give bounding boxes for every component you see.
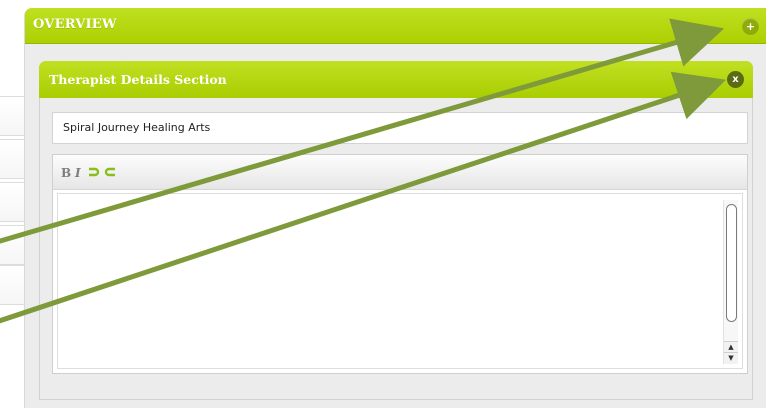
overview-title: OVERVIEW (33, 17, 117, 32)
side-tab-stub (0, 139, 25, 179)
link-icon[interactable] (87, 164, 101, 183)
italic-button[interactable]: I (75, 166, 81, 180)
overview-header[interactable]: OVERVIEW + (25, 8, 766, 44)
editor-toolbar: B I (53, 155, 747, 190)
editor-scrollbar[interactable]: ▲ ▼ (723, 200, 738, 364)
editor-text-area[interactable]: ▲ ▼ (57, 193, 743, 369)
therapist-name-field[interactable]: Spiral Journey Healing Arts (52, 112, 748, 144)
overview-panel: OVERVIEW + Therapist Details Section x S… (24, 8, 766, 408)
therapist-details-section: Therapist Details Section x Spiral Journ… (39, 61, 753, 400)
scrollbar-thumb[interactable] (726, 204, 737, 322)
bold-button[interactable]: B (61, 166, 71, 180)
unlink-icon[interactable] (103, 164, 117, 183)
side-tab-stub (0, 265, 25, 305)
plus-circle-icon[interactable]: + (742, 18, 759, 35)
side-tab-stub (0, 182, 25, 222)
side-tab-stub (0, 96, 25, 136)
rich-text-editor: B I ▲ ▼ (52, 154, 748, 374)
section-body: Spiral Journey Healing Arts B I ▲ ▼ (40, 98, 752, 399)
scroll-down-arrow-icon[interactable]: ▼ (724, 352, 738, 364)
close-circle-icon[interactable]: x (727, 71, 744, 88)
side-tab-stub (0, 225, 25, 265)
therapist-details-header[interactable]: Therapist Details Section x (39, 61, 753, 98)
section-title: Therapist Details Section (49, 72, 227, 87)
